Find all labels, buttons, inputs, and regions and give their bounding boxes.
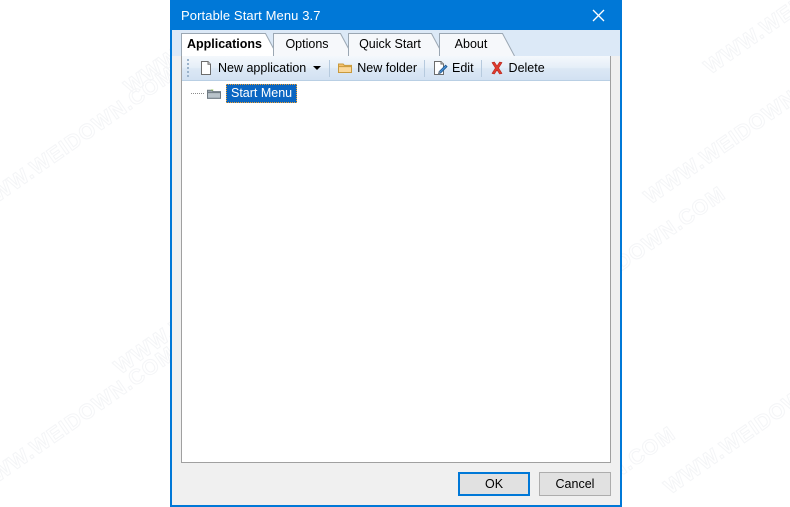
folder-icon: [207, 89, 221, 99]
window-title: Portable Start Menu 3.7: [181, 7, 321, 23]
watermark-text: WWW.WEIDOWN.COM: [640, 52, 790, 210]
chevron-down-icon[interactable]: [313, 66, 322, 70]
toolbar-drag-grip[interactable]: [184, 59, 191, 77]
cancel-button-label: Cancel: [555, 477, 595, 491]
tab-content-panel: New application New folder Edit Delete S…: [181, 56, 611, 463]
tab-applications[interactable]: Applications: [181, 33, 278, 56]
dialog-footer: OK Cancel: [172, 463, 620, 505]
tab-label: About: [454, 37, 488, 51]
new-folder-button[interactable]: New folder: [333, 57, 421, 79]
delete-label: Delete: [508, 60, 545, 75]
ok-button[interactable]: OK: [458, 472, 530, 496]
title-bar: Portable Start Menu 3.7: [172, 0, 620, 30]
tab-label: Quick Start: [359, 37, 421, 51]
close-button[interactable]: [576, 0, 620, 30]
new-document-icon: [201, 61, 211, 75]
toolbar-separator: [480, 59, 482, 77]
edit-button[interactable]: Edit: [428, 57, 478, 79]
edit-pencil-icon: [434, 61, 448, 75]
delete-button[interactable]: Delete: [485, 57, 549, 79]
cancel-button[interactable]: Cancel: [539, 472, 611, 496]
tab-options[interactable]: Options: [273, 33, 353, 56]
toolbar: New application New folder Edit Delete: [182, 56, 610, 81]
ok-button-label: OK: [484, 477, 504, 491]
folder-icon: [338, 63, 353, 73]
watermark-text: WWW.WEIDOWN.COM: [660, 342, 790, 500]
new-application-label: New application: [218, 60, 307, 75]
tab-strip: Applications Options Quick Start About: [172, 30, 620, 56]
tree-connector-line: [190, 85, 206, 102]
tab-quick-start[interactable]: Quick Start: [348, 33, 444, 56]
watermark-text: WWW.WEIDOWN.COM: [700, 0, 790, 79]
tab-label: Applications: [186, 37, 262, 51]
tab-label: Options: [285, 37, 329, 51]
tree-view[interactable]: Start Menu: [182, 81, 610, 462]
new-application-button[interactable]: New application: [194, 57, 326, 79]
delete-x-icon: [491, 61, 502, 75]
new-folder-label: New folder: [357, 60, 417, 75]
toolbar-separator: [329, 59, 331, 77]
edit-label: Edit: [452, 60, 474, 75]
toolbar-separator: [424, 59, 425, 77]
close-icon: [592, 9, 604, 21]
tree-item-start-menu[interactable]: Start Menu: [182, 84, 610, 103]
tree-item-label: Start Menu: [226, 84, 298, 103]
watermark-text: WWW.WEIDOWN.COM: [0, 342, 180, 500]
tab-about[interactable]: About: [439, 33, 515, 56]
application-window: Portable Start Menu 3.7 Applications Opt…: [170, 0, 622, 507]
watermark-text: WWW.WEIDOWN.COM: [0, 62, 180, 220]
